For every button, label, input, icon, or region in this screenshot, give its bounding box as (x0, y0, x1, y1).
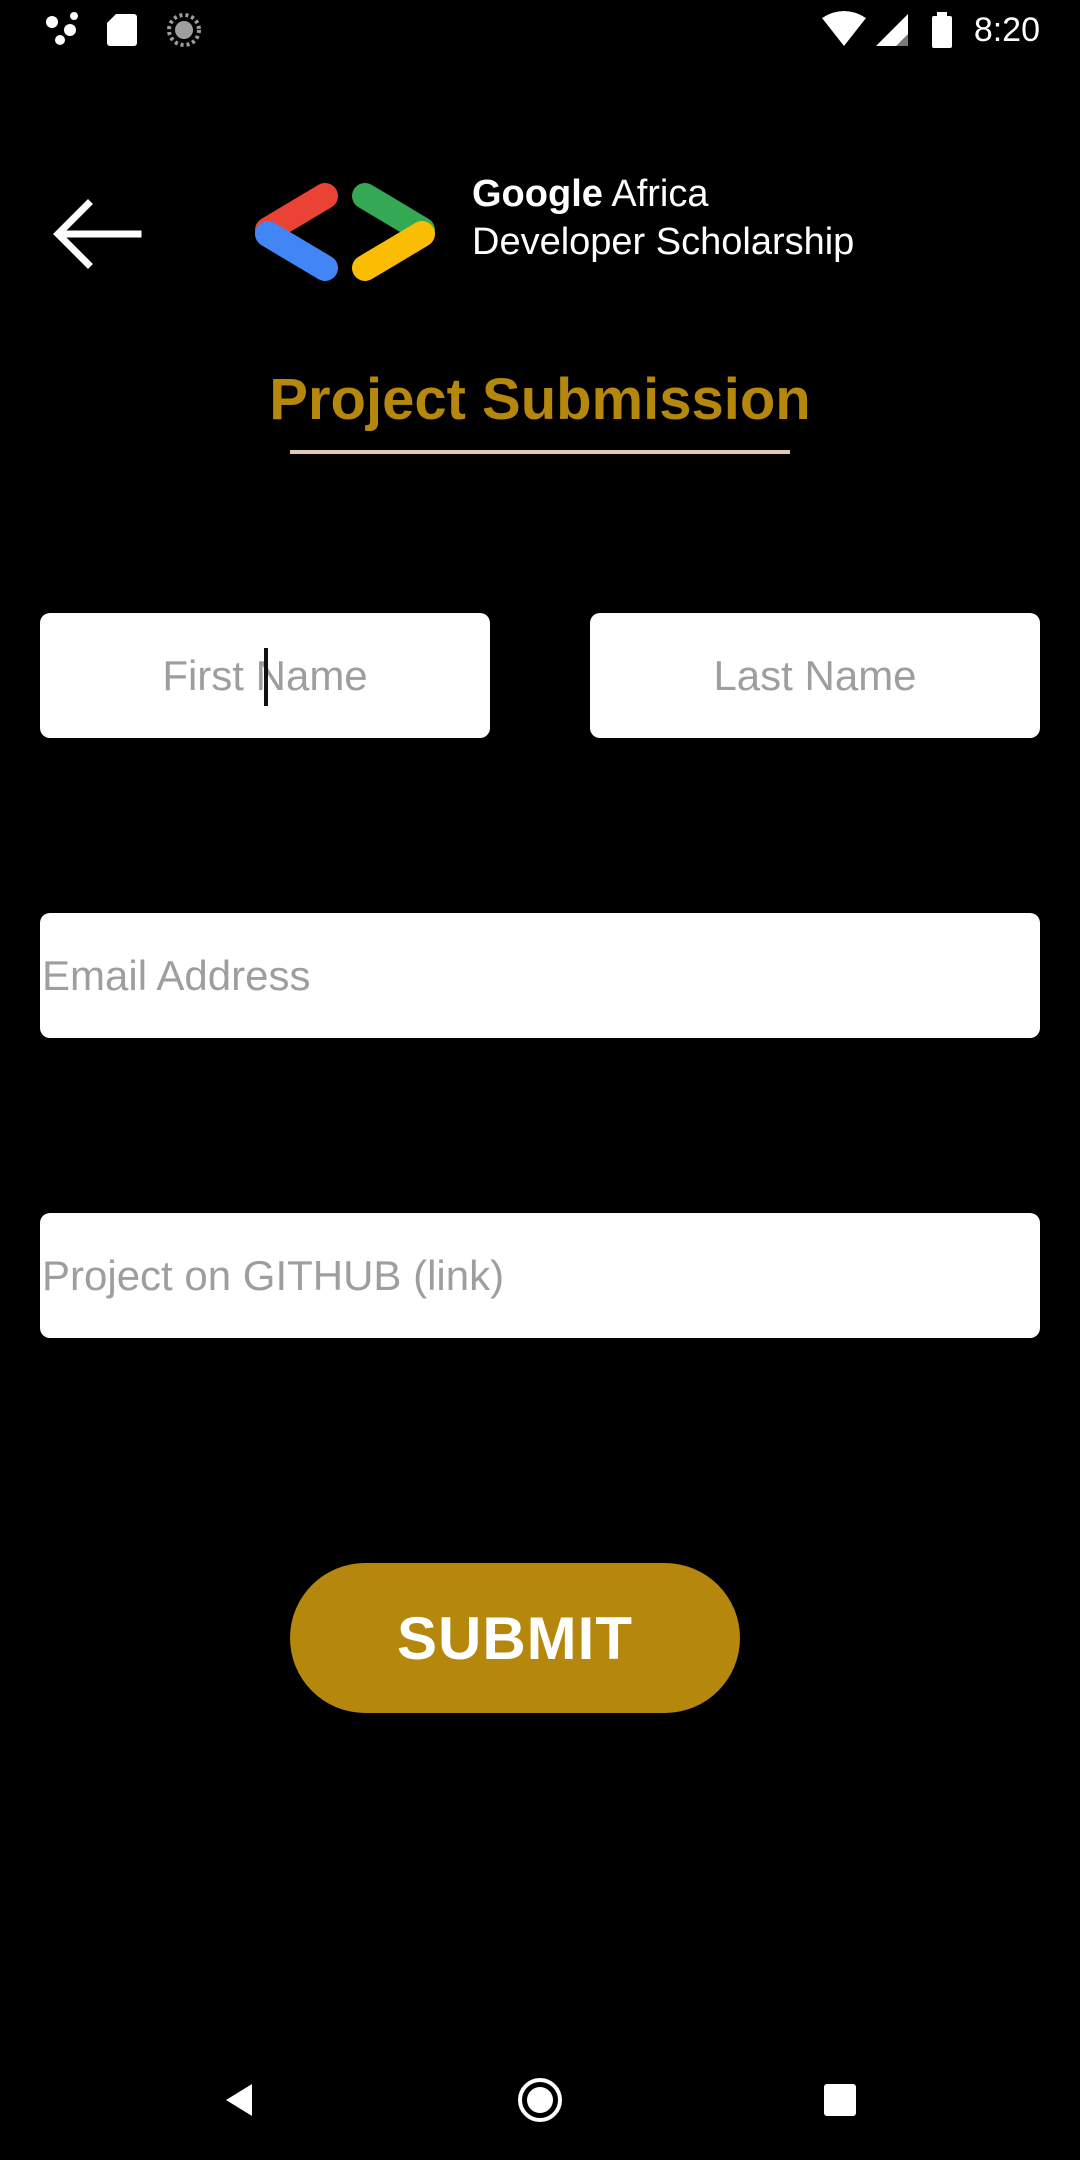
nav-back-button[interactable] (200, 2060, 280, 2140)
title-underline (290, 450, 790, 454)
sync-spinner-icon (167, 13, 201, 47)
status-left-icons (46, 12, 201, 47)
github-link-field[interactable] (40, 1213, 1040, 1338)
last-name-field[interactable] (590, 613, 1040, 738)
nav-back-icon (226, 2084, 252, 2116)
battery-icon (932, 12, 952, 48)
submit-button[interactable]: SUBMIT (290, 1563, 740, 1713)
email-field[interactable] (40, 913, 1040, 1038)
status-bar: 8:20 (0, 0, 1080, 60)
status-right-icons (822, 11, 952, 48)
logo-line-1: Google Africa (472, 170, 854, 218)
nav-recents-icon (824, 2084, 856, 2116)
arrow-left-icon (53, 199, 142, 269)
logo-wordmark: Google Africa Developer Scholarship (472, 170, 854, 266)
nav-recents-button[interactable] (800, 2060, 880, 2140)
wifi-icon (822, 11, 866, 46)
page-title: Project Submission (269, 367, 811, 432)
nav-home-icon (518, 2078, 562, 2122)
sd-card-icon (107, 14, 137, 46)
nav-home-button[interactable] (500, 2060, 580, 2140)
logo-brand: Google (472, 173, 603, 215)
cell-signal-icon (876, 14, 908, 46)
status-time: 8:20 (973, 11, 1040, 49)
back-button[interactable] (50, 196, 142, 272)
text-cursor (264, 648, 268, 706)
gdsc-logo-icon (255, 183, 435, 281)
logo-region: Africa (611, 173, 709, 215)
assistant-dots-icon (46, 12, 78, 45)
navigation-bar (0, 2040, 1080, 2160)
logo-line-2: Developer Scholarship (472, 221, 855, 263)
